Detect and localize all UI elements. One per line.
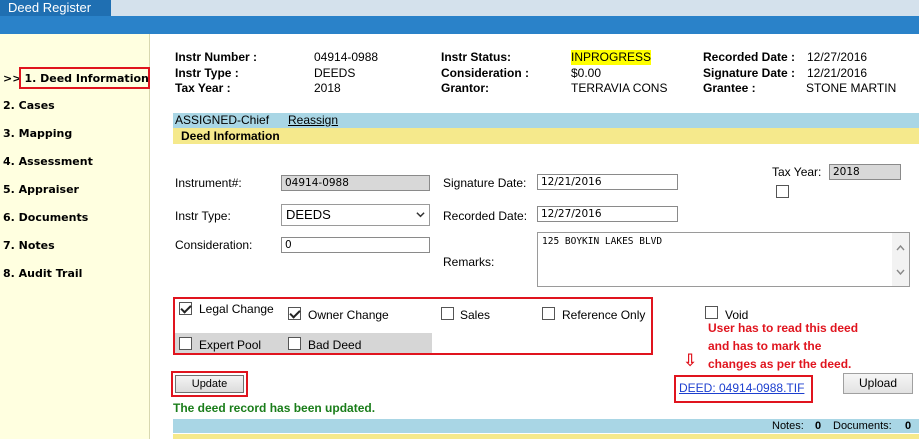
sidebar-item-label: 8. Audit Trail [3,267,83,280]
assigned-to-text: ASSIGNED-Chief [175,113,270,127]
sidebar-item-cases[interactable]: 2. Cases [0,95,150,117]
owner-change-label: Owner Change [308,308,389,322]
sidebar-item-assessment[interactable]: 4. Assessment [0,151,150,173]
down-arrow-icon: ⇩ [683,351,698,370]
owner-change-checkbox[interactable] [288,307,301,320]
instr-number-value: 04914-0988 [314,50,379,64]
signature-date-field-label: Signature Date: [443,176,527,190]
documents-count: 0 [905,420,912,432]
deed-document-link[interactable]: DEED: 04914-0988.TIF [679,381,804,395]
annotation-line-3: changes as per the deed. [708,357,852,371]
scroll-up-icon[interactable] [896,245,905,251]
recorded-date-label: Recorded Date : [703,50,796,64]
consideration-field[interactable]: 0 [281,237,430,253]
sidebar-item-mapping[interactable]: 3. Mapping [0,123,150,145]
legal-change-checkbox[interactable] [179,302,192,315]
chevron-down-icon [416,212,425,218]
remarks-label: Remarks: [443,255,495,269]
sidebar-item-label: 4. Assessment [3,155,93,168]
scroll-down-icon[interactable] [896,269,905,275]
reference-only-label: Reference Only [562,308,646,322]
bad-deed-checkbox[interactable] [288,337,301,350]
signature-date-value: 12/21/2016 [807,66,868,80]
section-title: Deed Information [173,128,919,144]
status-message: The deed record has been updated. [173,401,376,415]
void-checkbox[interactable] [705,306,718,319]
active-item-highlight [19,67,150,89]
recorded-date-field[interactable]: 12/27/2016 [537,206,678,222]
sales-checkbox[interactable] [441,307,454,320]
recorded-date-field-label: Recorded Date: [443,209,528,223]
bad-deed-label: Bad Deed [308,338,362,352]
instr-type-value: DEEDS [314,66,356,80]
grantor-value: TERRAVIA CONS [571,81,668,95]
instr-status-label: Instr Status: [441,50,512,64]
instr-number-label: Instr Number : [175,50,258,64]
sidebar-item-label: 5. Appraiser [3,183,79,196]
grantee-value: STONE MARTIN [806,81,897,95]
remarks-scrollbar[interactable] [892,233,909,286]
header-band [0,16,919,34]
tax-year-field[interactable]: 2018 [829,164,901,180]
annotation-line-2: and has to mark the [708,339,822,353]
instr-type-select[interactable]: DEEDS [281,204,430,226]
window-tab-title[interactable]: Deed Register [0,0,111,16]
remarks-textarea[interactable]: 125 BOYKIN LAKES BLVD [537,232,910,287]
instr-type-field-label: Instr Type: [175,209,231,223]
sidebar-item-label: 7. Notes [3,239,55,252]
instrument-label: Instrument#: [175,176,242,190]
tax-year-checkbox[interactable] [776,185,789,198]
documents-count-label: Documents: [833,420,892,432]
recorded-date-value: 12/27/2016 [807,50,868,64]
sidebar-item-label: 3. Mapping [3,127,73,140]
instr-type-label: Instr Type : [175,66,239,80]
tax-year-value: 2018 [314,81,341,95]
signature-date-label: Signature Date : [703,66,796,80]
instrument-field[interactable]: 04914-0988 [281,175,430,191]
sidebar-item-audit-trail[interactable]: 8. Audit Trail [0,263,150,285]
sidebar-item-label: 6. Documents [3,211,89,224]
top-bar: Deed Register [0,0,919,16]
notes-count-label: Notes: [772,420,804,432]
update-button[interactable]: Update [175,375,244,393]
remarks-text: 125 BOYKIN LAKES BLVD [542,236,663,247]
legal-change-label: Legal Change [199,302,274,316]
grantee-label: Grantee : [703,81,756,95]
consideration-field-label: Consideration: [175,238,253,252]
instr-status-badge: INPROGRESS [571,50,652,65]
assignment-bar: ASSIGNED-Chief Reassign [173,113,919,128]
grantor-label: Grantor: [441,81,489,95]
sidebar-item-appraiser[interactable]: 5. Appraiser [0,179,150,201]
sales-label: Sales [460,308,491,322]
footer-strip [173,434,919,439]
consideration-label: Consideration : [441,66,530,80]
tax-year-label: Tax Year : [175,81,231,95]
notes-count: 0 [815,420,822,432]
tax-year-field-label: Tax Year: [772,165,822,179]
sidebar-item-notes[interactable]: 7. Notes [0,235,150,257]
signature-date-field[interactable]: 12/21/2016 [537,174,678,190]
footer-bar [173,419,919,433]
sidebar-item-label: 2. Cases [3,99,55,112]
instr-type-selected: DEEDS [286,207,331,222]
expert-pool-checkbox[interactable] [179,337,192,350]
expert-pool-label: Expert Pool [199,338,262,352]
reference-only-checkbox[interactable] [542,307,555,320]
reassign-link[interactable]: Reassign [288,113,338,128]
sidebar: >> 1. Deed Information 2. Cases 3. Mappin… [0,34,150,439]
upload-button[interactable]: Upload [843,373,913,394]
annotation-line-1: User has to read this deed [708,321,859,335]
sidebar-item-documents[interactable]: 6. Documents [0,207,150,229]
consideration-value: $0.00 [571,66,602,80]
